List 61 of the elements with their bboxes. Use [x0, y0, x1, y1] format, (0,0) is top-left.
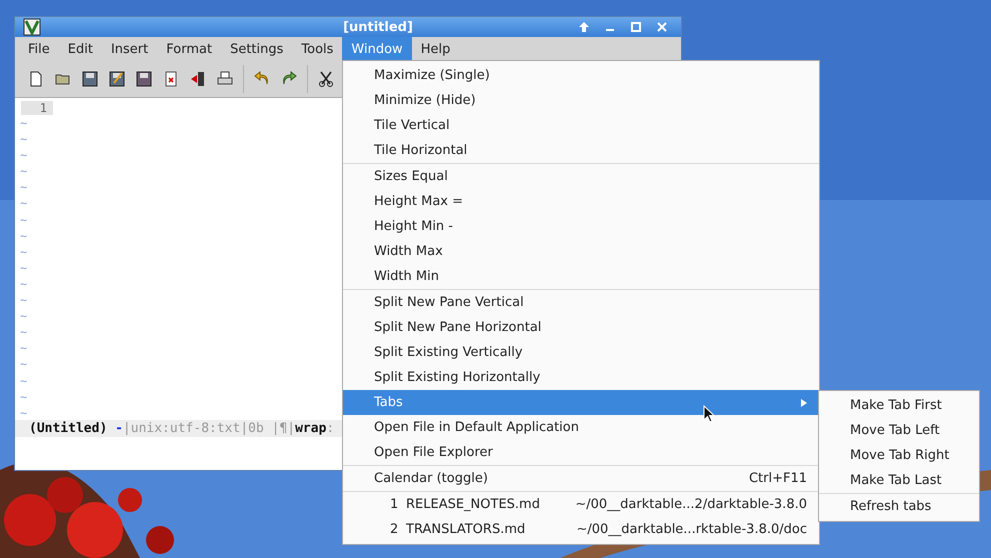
file-path: ~/00__darktable...rktable-3.8.0/doc: [576, 522, 807, 537]
tilde-marker: ~: [20, 179, 28, 196]
menu-item[interactable]: Tile Horizontal: [343, 138, 819, 163]
tilde-marker: ~: [20, 195, 28, 212]
menu-item[interactable]: Height Max =: [343, 189, 819, 214]
menu-item[interactable]: Make Tab Last: [819, 468, 979, 493]
menu-item[interactable]: Move Tab Right: [819, 443, 979, 468]
menu-item[interactable]: Format: [157, 37, 222, 61]
floppy-pencil-icon[interactable]: [108, 70, 126, 88]
menu-item[interactable]: Width Max: [343, 239, 819, 264]
tilde-marker: ~: [20, 276, 28, 292]
menu-item[interactable]: Split Existing Horizontally: [343, 365, 819, 390]
tilde-marker: ~: [20, 308, 28, 324]
scissors-icon[interactable]: [317, 70, 335, 88]
menu-item[interactable]: Width Min: [343, 264, 819, 289]
mouse-pointer-icon: [703, 405, 715, 423]
tilde-marker: ~: [20, 147, 28, 164]
menu-item[interactable]: Make Tab First: [819, 393, 979, 418]
tilde-marker: ~: [20, 131, 28, 148]
tilde-marker: ~: [20, 212, 28, 228]
menu-item[interactable]: Split New Pane Horizontal: [343, 315, 819, 340]
tilde-marker: ~: [20, 292, 28, 308]
menu-item[interactable]: Tabs: [343, 390, 819, 415]
menu-item[interactable]: Open File Explorer: [343, 440, 819, 465]
menu-item[interactable]: Tile Vertical: [343, 113, 819, 138]
menu-item[interactable]: Maximize (Single): [343, 63, 819, 88]
menu-item[interactable]: Insert: [102, 37, 158, 61]
menu-item[interactable]: Split New Pane Vertical: [343, 290, 819, 315]
menu-item[interactable]: Move Tab Left: [819, 418, 979, 443]
menu-item[interactable]: Settings: [221, 37, 292, 61]
tilde-marker: ~: [20, 228, 28, 244]
menu-item[interactable]: Height Min -: [343, 214, 819, 239]
tilde-marker: ~: [20, 163, 28, 180]
tilde-marker: ~: [20, 324, 28, 340]
tilde-marker: ~: [20, 260, 28, 276]
tilde-marker: ~: [20, 372, 28, 389]
menu-item[interactable]: 1 RELEASE_NOTES.md ~/00__darktable...2/darktable-3.8.0: [343, 492, 819, 517]
shortcut-label: Ctrl+F11: [748, 471, 807, 486]
tilde-marker: ~: [20, 388, 28, 405]
menu-item[interactable]: Refresh tabs: [819, 494, 979, 519]
tilde-marker: ~: [20, 115, 28, 132]
line-number: 1: [21, 101, 53, 115]
tilde-marker: ~: [20, 404, 28, 421]
menu-item[interactable]: Minimize (Hide): [343, 88, 819, 113]
window-title: [untitled]: [342, 20, 414, 34]
menu-item[interactable]: File: [19, 37, 59, 61]
menu-item[interactable]: Sizes Equal: [343, 164, 819, 189]
menu-item[interactable]: Split Existing Vertically: [343, 340, 819, 365]
app-icon: [23, 18, 41, 36]
menu-item[interactable]: 2 TRANSLATORS.md ~/00__darktable...rktable-3.8.0/doc: [343, 517, 819, 542]
menu-item[interactable]: Calendar (toggle) Ctrl+F11: [343, 466, 819, 491]
tilde-marker: ~: [20, 244, 28, 260]
menu-item[interactable]: Help: [412, 37, 460, 61]
submenu-arrow-icon: [801, 398, 807, 406]
tilde-marker: ~: [20, 340, 28, 356]
file-path: ~/00__darktable...2/darktable-3.8.0: [575, 497, 807, 512]
menu-item[interactable]: Edit: [58, 37, 102, 61]
menu-item[interactable]: Window: [342, 37, 412, 61]
exit-door-icon[interactable]: [189, 70, 207, 88]
menu-item[interactable]: Tools: [292, 37, 342, 61]
tilde-marker: ~: [20, 356, 28, 372]
